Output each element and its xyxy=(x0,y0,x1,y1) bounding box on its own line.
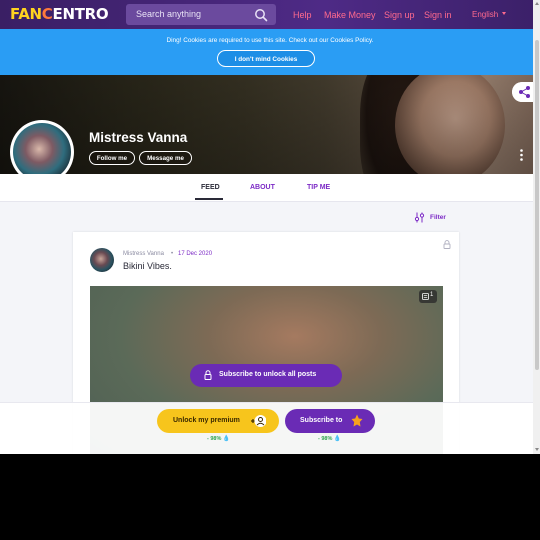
unlock-premium-button[interactable]: Unlock my premium xyxy=(157,409,279,433)
cookie-message: Ding! Cookies are required to use this s… xyxy=(166,37,374,44)
lock-icon xyxy=(443,240,451,249)
scrollbar-thumb[interactable] xyxy=(535,40,539,370)
post-date: 17 Dec 2020 xyxy=(178,251,213,257)
accept-cookies-button[interactable]: I don't mind Cookies xyxy=(217,50,315,67)
more-vertical-icon[interactable] xyxy=(520,149,523,161)
fancentro-logo[interactable]: FANCENTRO xyxy=(10,5,109,23)
profile-name: Mistress Vanna xyxy=(89,130,188,145)
message-button[interactable]: Message me xyxy=(139,151,192,165)
top-navigation-bar: FANCENTRO Search anything Help Make Mone… xyxy=(0,0,540,29)
post-author-name[interactable]: Mistress Vanna xyxy=(123,251,164,257)
logo-part-fan: FAN xyxy=(10,5,42,23)
nav-sign-in[interactable]: Sign in xyxy=(424,10,452,20)
avatar-image xyxy=(13,123,71,181)
filter-icon[interactable] xyxy=(414,212,425,223)
gallery-icon xyxy=(422,293,429,300)
premium-label: Unlock my premium xyxy=(173,417,240,424)
search-icon[interactable] xyxy=(254,8,268,22)
language-selector[interactable]: English xyxy=(472,10,498,19)
tab-feed[interactable]: FEED xyxy=(201,184,220,191)
subscribe-label: Subscribe to xyxy=(300,417,343,424)
search-input[interactable]: Search anything xyxy=(136,9,201,19)
follow-button[interactable]: Follow me xyxy=(89,151,135,165)
drop-icon: 💧 xyxy=(222,436,231,442)
media-count: 1 xyxy=(430,292,434,298)
subscribe-discount-value: - 98% xyxy=(318,436,333,442)
nav-sign-up[interactable]: Sign up xyxy=(384,10,415,20)
premium-user-icon xyxy=(251,415,266,427)
page: FANCENTRO Search anything Help Make Mone… xyxy=(0,0,540,454)
subscribe-to-unlock-button[interactable]: Subscribe to unlock all posts xyxy=(190,364,342,387)
premium-discount: - 98% 💧 xyxy=(207,435,230,442)
unlock-label: Subscribe to unlock all posts xyxy=(219,371,317,378)
tab-about[interactable]: ABOUT xyxy=(250,184,275,191)
premium-discount-value: - 98% xyxy=(207,436,222,442)
post-author-avatar[interactable] xyxy=(90,248,114,272)
tab-tip-me[interactable]: TIP ME xyxy=(307,184,330,191)
logo-part-entro: ENTRO xyxy=(52,5,109,23)
crown-icon xyxy=(351,414,363,427)
post-caption: Bikini Vibes. xyxy=(123,261,172,271)
search-box[interactable]: Search anything xyxy=(126,4,276,25)
chevron-down-icon[interactable] xyxy=(502,12,506,15)
subscribe-discount: - 98% 💧 xyxy=(318,435,341,442)
drop-icon: 💧 xyxy=(333,436,342,442)
filter-button[interactable]: Filter xyxy=(430,214,446,221)
post-meta-separator: • xyxy=(171,251,174,257)
unlock-lock-icon xyxy=(204,370,212,380)
logo-part-c: C xyxy=(41,5,53,23)
cover-photo xyxy=(0,75,540,174)
cover-shade xyxy=(0,75,540,174)
active-tab-indicator xyxy=(195,198,223,200)
scroll-up-icon[interactable] xyxy=(535,2,539,5)
subscribe-button[interactable]: Subscribe to xyxy=(285,409,375,433)
nav-help[interactable]: Help xyxy=(293,10,312,20)
media-count-badge: 1 xyxy=(419,290,437,303)
nav-make-money[interactable]: Make Money xyxy=(324,10,376,20)
scroll-down-icon[interactable] xyxy=(535,448,539,451)
